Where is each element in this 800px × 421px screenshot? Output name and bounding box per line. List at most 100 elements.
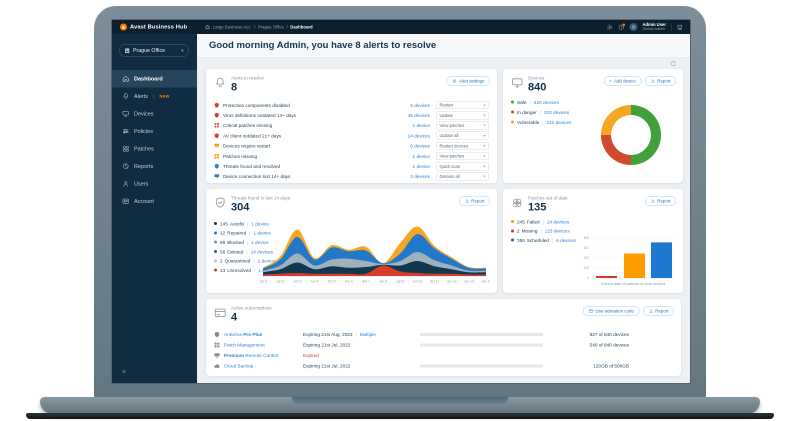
subscription-row: Antivirus Pro Plus Expiring 21st Aug, 20… xyxy=(214,329,673,340)
greeting-text: Good morning Admin, you have 8 alerts to… xyxy=(209,40,436,51)
download-icon xyxy=(464,199,469,204)
alert-devices-link[interactable]: 1 device xyxy=(386,164,430,170)
alert-action-select[interactable]: Update all ▾ xyxy=(436,132,489,140)
dashboard-main: Good morning Admin, you have 8 alerts to… xyxy=(197,34,690,383)
alert-devices-link[interactable]: 1 device xyxy=(386,123,430,129)
legend-devices-link[interactable]: 14 devices xyxy=(547,219,569,225)
alert-icon xyxy=(214,133,220,139)
alert-icon xyxy=(214,153,220,159)
legend-devices-link[interactable]: 123 devices xyxy=(545,228,570,234)
alert-devices-link[interactable]: 6 devices xyxy=(386,143,430,149)
legend-item: 245 Failed | 14 devices xyxy=(511,217,576,226)
alert-action-select[interactable]: Restart devices ▾ xyxy=(436,142,489,150)
report-button[interactable]: Report xyxy=(645,196,676,206)
report-button[interactable]: Report xyxy=(645,76,676,86)
sidebar-item-reports[interactable]: Reports xyxy=(112,158,197,176)
alert-icon xyxy=(214,174,220,180)
breadcrumb-root[interactable]: Large Business Acc. xyxy=(213,25,252,30)
store-icon[interactable] xyxy=(677,24,684,31)
alert-devices-link[interactable]: 1 device xyxy=(386,153,430,159)
usage-count: 120GB of 500GB xyxy=(543,363,673,369)
account-card-icon xyxy=(122,198,130,206)
chevron-down-icon: ▾ xyxy=(483,123,485,128)
sliders-icon xyxy=(122,128,130,136)
breadcrumb-mid[interactable]: Prague Office xyxy=(258,25,284,30)
alert-row: Threats found and resolved 1 device Quic… xyxy=(214,161,489,171)
alert-action-select[interactable]: Quick scan ▾ xyxy=(436,162,489,170)
sidebar-item-devices[interactable]: Devices xyxy=(112,105,197,123)
bell-icon xyxy=(122,93,130,101)
patch-rings-icon xyxy=(511,197,524,210)
whats-new-icon[interactable] xyxy=(618,24,625,31)
report-button[interactable]: Report xyxy=(643,306,674,316)
user-info[interactable]: Admin User Global Admin xyxy=(642,22,666,31)
alert-icon xyxy=(214,113,220,119)
subscription-name[interactable]: Cloud Backup xyxy=(224,363,303,369)
alerts-count: 8 xyxy=(231,81,237,94)
sidebar-item-dashboard[interactable]: Dashboard xyxy=(112,70,197,88)
avatar[interactable] xyxy=(629,23,637,31)
sidebar-item-account[interactable]: Account xyxy=(112,193,197,211)
svg-text:400: 400 xyxy=(583,236,589,240)
legend-dot xyxy=(511,220,514,223)
use-activation-code-button[interactable]: Use activation code xyxy=(583,306,639,316)
select-value: Dismiss all xyxy=(440,174,460,179)
svg-text:Jun 9: Jun 9 xyxy=(396,280,404,284)
legend-devices-link[interactable]: 210 devices xyxy=(546,119,571,125)
report-button[interactable]: Report xyxy=(459,196,490,206)
svg-text:300: 300 xyxy=(583,246,589,250)
select-value: View patches xyxy=(440,123,465,128)
legend-count: 12 xyxy=(220,230,225,236)
settings-gear-icon[interactable] xyxy=(606,24,613,31)
org-selector[interactable]: Prague Office ▾ xyxy=(119,44,189,57)
legend-devices-link[interactable]: 420 devices xyxy=(534,99,559,105)
alert-action-select[interactable]: View patches ▾ xyxy=(436,152,489,160)
svg-text:Jun 14: Jun 14 xyxy=(481,280,490,284)
subscription-card-icon xyxy=(214,307,227,320)
svg-text:Jun 6: Jun 6 xyxy=(345,280,353,284)
usage-progress-bar xyxy=(420,333,543,336)
sidebar-item-policies[interactable]: Policies xyxy=(112,123,197,141)
divider: | xyxy=(247,239,248,245)
alert-action-select[interactable]: Dismiss all ▾ xyxy=(436,172,489,180)
alert-devices-link[interactable]: 14 devices xyxy=(386,133,430,139)
subscription-name[interactable]: Patch Management xyxy=(224,342,303,348)
sidebar-collapse-icon[interactable]: « xyxy=(122,367,126,375)
bell-icon xyxy=(214,77,227,90)
threats-area-chart: Jun 1Jun 2Jun 3Jun 4Jun 5Jun 6Jun 7Jun 8… xyxy=(260,217,490,287)
pie-chart-icon xyxy=(122,163,130,171)
org-selector-label: Prague Office xyxy=(133,48,165,54)
svg-text:Jun 8: Jun 8 xyxy=(379,280,387,284)
alert-row: Devices require restart 6 devices Restar… xyxy=(214,141,489,151)
alert-devices-link[interactable]: 6 devices xyxy=(386,102,430,108)
alert-row: Patches missing 1 device View patches ▾ xyxy=(214,151,489,161)
alert-list: Protection components disabled 6 devices… xyxy=(214,100,489,182)
sidebar-item-label: Patches xyxy=(134,146,154,152)
subscriptions-card: Active subscriptions 4 Use activation co… xyxy=(206,299,681,376)
svg-text:200: 200 xyxy=(583,256,589,260)
alert-devices-link[interactable]: 45 devices xyxy=(386,113,430,119)
sidebar-item-label: Dashboard xyxy=(134,76,163,82)
divider: | xyxy=(552,237,553,243)
sidebar-item-users[interactable]: Users xyxy=(112,175,197,193)
legend-label: In danger xyxy=(517,109,537,115)
sidebar-item-alerts[interactable]: Alerts | NEW xyxy=(112,88,197,106)
alert-settings-button[interactable]: Alert settings xyxy=(447,76,490,86)
alert-action-select[interactable]: Update ▾ xyxy=(436,111,489,119)
sidebar-item-patches[interactable]: Patches xyxy=(112,140,197,158)
refresh-icon[interactable] xyxy=(670,60,678,68)
sidebar: Prague Office ▾ Dashboard Alerts | NEW D… xyxy=(112,34,197,383)
alert-action-select[interactable]: Restart ▾ xyxy=(436,101,489,109)
usage-count: 540 of 840 devices xyxy=(543,342,673,348)
legend-devices-link[interactable]: 210 devices xyxy=(544,109,569,115)
add-device-button[interactable]: + Add device xyxy=(604,76,641,86)
legend-devices-link[interactable]: 6 devices xyxy=(556,237,576,243)
alert-action-select[interactable]: View patches ▾ xyxy=(436,121,489,129)
multiple-link[interactable]: Multiple xyxy=(360,332,376,338)
subscription-name[interactable]: Premium Remote Control xyxy=(224,353,303,359)
subscription-name[interactable]: Antivirus Pro Plus xyxy=(224,332,303,338)
alert-devices-link[interactable]: 3 devices xyxy=(386,174,430,180)
dashboard-icon xyxy=(122,75,130,83)
subscription-list: Antivirus Pro Plus Expiring 21st Aug, 20… xyxy=(214,329,673,371)
legend-label: Deleted xyxy=(227,249,243,255)
